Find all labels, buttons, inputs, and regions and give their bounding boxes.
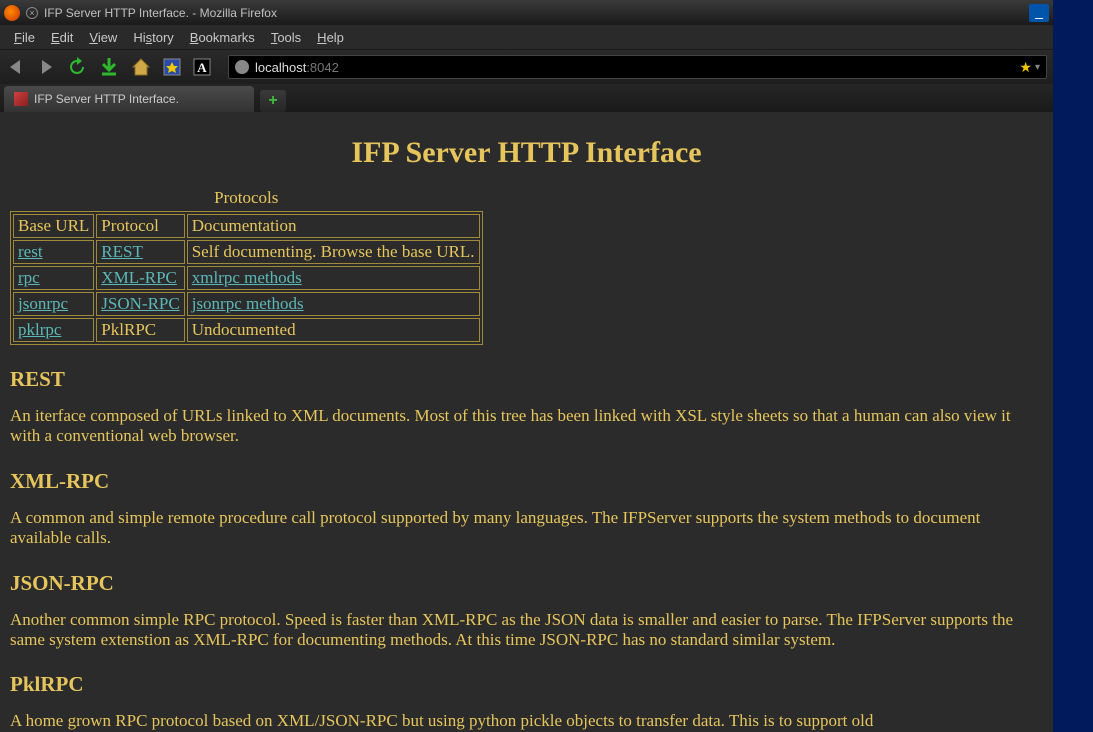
reload-button[interactable] xyxy=(66,56,88,78)
page-title: IFP Server HTTP Interface xyxy=(10,122,1043,188)
download-button[interactable] xyxy=(98,56,120,78)
section-body: An iterface composed of URLs linked to X… xyxy=(10,406,1043,447)
base-url-link[interactable]: rest xyxy=(18,242,43,261)
minimize-button[interactable]: _ xyxy=(1029,4,1049,22)
globe-icon xyxy=(235,60,249,74)
back-button[interactable] xyxy=(6,57,26,77)
header-protocol: Protocol xyxy=(96,214,184,238)
base-url-link[interactable]: pklrpc xyxy=(18,320,61,339)
page-content: IFP Server HTTP Interface Protocols Base… xyxy=(0,112,1053,732)
header-documentation: Documentation xyxy=(187,214,480,238)
table-row: jsonrpc JSON-RPC jsonrpc methods xyxy=(13,292,480,316)
browser-window: × IFP Server HTTP Interface. - Mozilla F… xyxy=(0,0,1053,732)
table-row: rest REST Self documenting. Browse the bas… xyxy=(13,240,480,264)
menu-history[interactable]: History xyxy=(125,27,181,48)
base-url-link[interactable]: jsonrpc xyxy=(18,294,68,313)
url-host: localhost xyxy=(255,60,306,75)
header-base-url: Base URL xyxy=(13,214,94,238)
section-body: A home grown RPC protocol based on XML/J… xyxy=(10,711,1043,731)
menu-tools[interactable]: Tools xyxy=(263,27,309,48)
base-url-link[interactable]: rpc xyxy=(18,268,40,287)
protocol-link[interactable]: REST xyxy=(101,242,143,261)
section-heading: JSON-RPC xyxy=(10,571,1043,596)
protocol-link[interactable]: XML-RPC xyxy=(101,268,177,287)
url-dropdown-icon[interactable]: ▾ xyxy=(1035,62,1040,73)
bookmark-star-icon[interactable]: ★ xyxy=(1019,59,1032,76)
section-heading: XML-RPC xyxy=(10,469,1043,494)
firefox-icon xyxy=(4,5,20,21)
doc-cell: Self documenting. Browse the base URL. xyxy=(187,240,480,264)
table-caption: Protocols xyxy=(10,188,483,211)
url-port: :8042 xyxy=(306,60,339,75)
table-row: pklrpc PklRPCUndocumented xyxy=(13,318,480,342)
section-heading: PklRPC xyxy=(10,672,1043,697)
menu-view[interactable]: View xyxy=(81,27,125,48)
protocol-cell: PklRPC xyxy=(96,318,184,342)
doc-cell: Undocumented xyxy=(187,318,480,342)
tab-label: IFP Server HTTP Interface. xyxy=(34,92,179,106)
new-tab-button[interactable]: + xyxy=(260,90,286,112)
menubar: File Edit View History Bookmarks Tools H… xyxy=(0,25,1053,50)
menu-help[interactable]: Help xyxy=(309,27,352,48)
home-button[interactable] xyxy=(130,56,152,78)
protocol-link[interactable]: JSON-RPC xyxy=(101,294,179,313)
section-body: Another common simple RPC protocol. Spee… xyxy=(10,610,1043,651)
menu-bookmarks[interactable]: Bookmarks xyxy=(182,27,263,48)
forward-button[interactable] xyxy=(36,57,56,77)
url-bar[interactable]: localhost:8042 ★ ▾ xyxy=(228,55,1047,79)
doc-link[interactable]: jsonrpc methods xyxy=(192,294,304,313)
section-body: A common and simple remote procedure cal… xyxy=(10,508,1043,549)
doc-link[interactable]: xmlrpc methods xyxy=(192,268,302,287)
section-heading: REST xyxy=(10,367,1043,392)
window-title: IFP Server HTTP Interface. - Mozilla Fir… xyxy=(44,6,277,20)
bookmarks-button[interactable] xyxy=(162,57,182,77)
close-icon[interactable]: × xyxy=(26,7,38,19)
titlebar: × IFP Server HTTP Interface. - Mozilla F… xyxy=(0,0,1053,25)
toolbar: A localhost:8042 ★ ▾ xyxy=(0,50,1053,84)
svg-text:A: A xyxy=(197,60,207,75)
protocols-table: Protocols Base URL Protocol Documentatio… xyxy=(10,188,483,345)
table-row: rpc XML-RPC xmlrpc methods xyxy=(13,266,480,290)
menu-file[interactable]: File xyxy=(6,27,43,48)
tab-favicon xyxy=(14,92,28,106)
tab-bar: IFP Server HTTP Interface. + xyxy=(0,84,1053,112)
addon-button[interactable]: A xyxy=(192,57,212,77)
tab-active[interactable]: IFP Server HTTP Interface. xyxy=(4,86,254,112)
menu-edit[interactable]: Edit xyxy=(43,27,81,48)
table-header-row: Base URL Protocol Documentation xyxy=(13,214,480,238)
